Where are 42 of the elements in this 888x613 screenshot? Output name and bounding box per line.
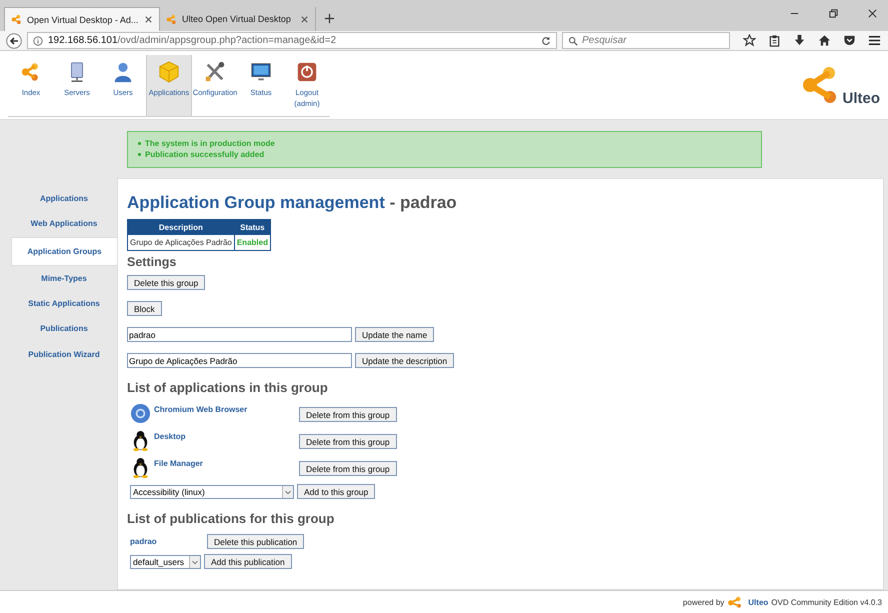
browser-tab[interactable]: Open Virtual Desktop - Ad... (4, 7, 160, 32)
sidebar-item[interactable]: Applications (11, 186, 117, 212)
application-link[interactable]: File Manager (154, 459, 299, 468)
section-heading: Settings (127, 255, 178, 269)
delete-from-group-button[interactable]: Delete from this group (299, 434, 397, 449)
status-message: Publication successfully added (145, 149, 264, 160)
sidebar-item[interactable]: Web Applications (11, 211, 117, 237)
search-field[interactable]: Pesquisar (562, 32, 730, 50)
sidebar-item[interactable]: Mime-Types (11, 266, 117, 291)
address-bar[interactable]: 192.168.56.101/ovd/admin/appsgroup.php?action=manage&id=2 (27, 32, 557, 50)
status-message: The system is in production mode (145, 138, 275, 149)
application-link[interactable]: Desktop (154, 432, 299, 441)
sidebar-item[interactable]: Publications (11, 316, 117, 342)
name-field[interactable]: padrao (127, 327, 352, 342)
delete-from-group-button[interactable]: Delete from this group (299, 461, 397, 476)
delete-publication-button[interactable]: Delete this publication (207, 534, 304, 549)
column-header: Status (234, 220, 270, 234)
footer-text: powered by (682, 598, 724, 606)
section-heading: List of applications in this group (127, 380, 329, 395)
update-name-button[interactable]: Update the name (355, 327, 434, 342)
footer-brand: Ulteo (748, 598, 768, 606)
sidebar-item[interactable]: Static Applications (11, 290, 117, 316)
delete-group-button[interactable]: Delete this group (127, 275, 206, 290)
description-field[interactable]: Grupo de Aplicações Padrão (127, 353, 352, 368)
application-select[interactable]: Accessibility (linux) (130, 484, 294, 498)
delete-from-group-button[interactable]: Delete from this group (299, 407, 397, 422)
update-description-button[interactable]: Update the description (355, 353, 454, 368)
table-cell: Grupo de Aplicações Padrão (128, 234, 234, 250)
add-publication-button[interactable]: Add this publication (204, 554, 292, 569)
sidebar-item[interactable]: Application Groups (11, 236, 117, 266)
group-select[interactable]: default_users (130, 554, 201, 568)
application-link[interactable]: Chromium Web Browser (154, 405, 299, 414)
sidebar-item[interactable]: Publication Wizard (11, 341, 117, 367)
block-button[interactable]: Block (127, 301, 162, 316)
publication-link[interactable]: padrao (130, 537, 204, 546)
table-cell: Enabled (234, 234, 270, 250)
footer-text: OVD Community Edition v4.0.3 (771, 598, 882, 606)
add-to-group-button[interactable]: Add to this group (297, 484, 376, 499)
column-header: Description (128, 220, 234, 234)
section-heading: List of publications for this group (127, 511, 336, 526)
page-title: Application Group management - padrao (127, 193, 458, 213)
logo-text: Ulteo (842, 90, 880, 106)
